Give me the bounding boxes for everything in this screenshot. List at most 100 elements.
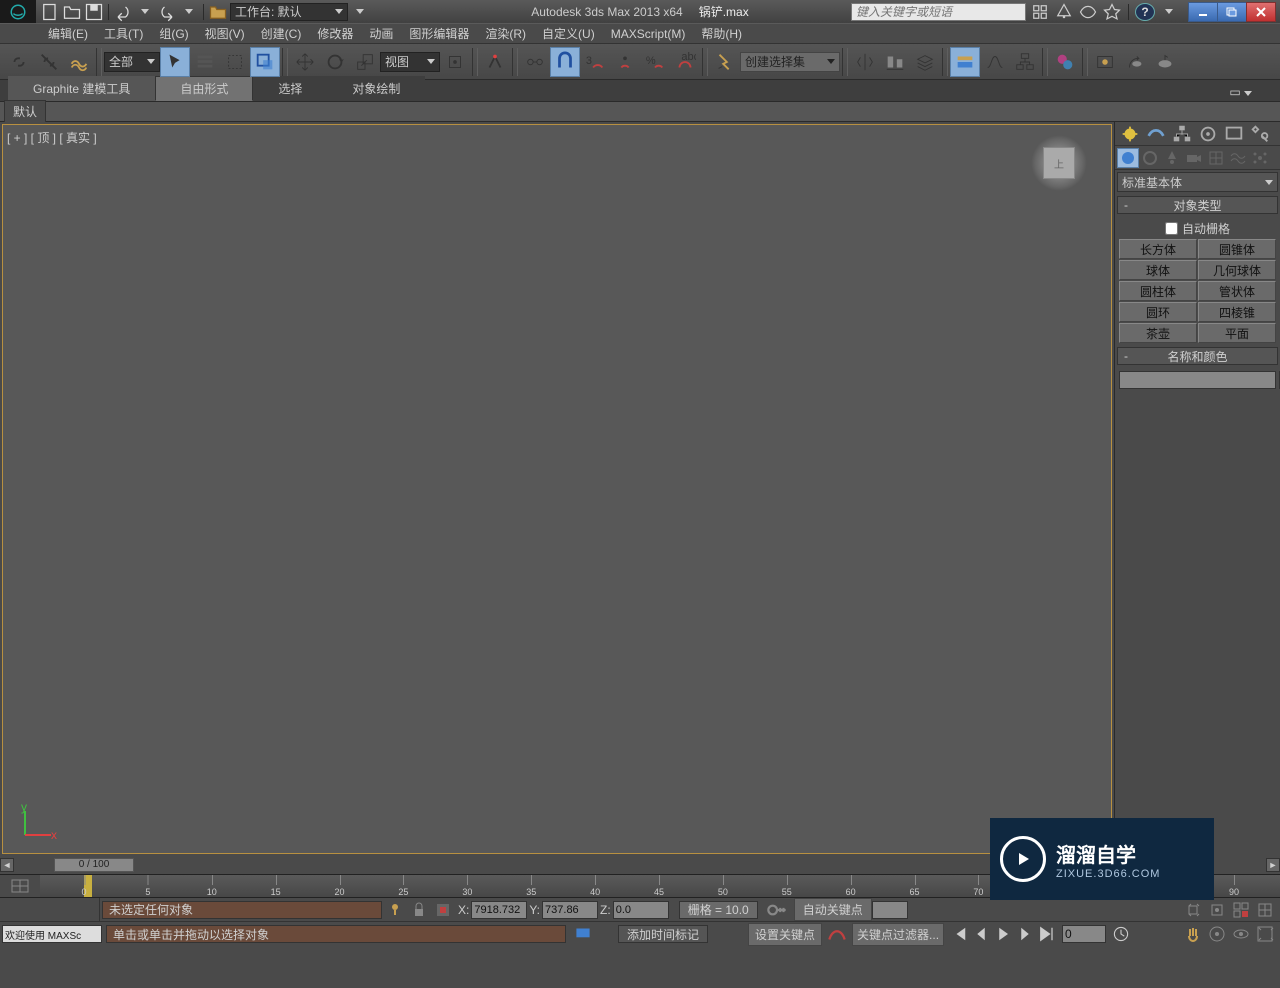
viewport[interactable]: [ + ] [ 顶 ] [ 真实 ] 上 y x xyxy=(2,124,1112,854)
close-button[interactable] xyxy=(1246,2,1276,22)
keyboard-shortcut-icon[interactable] xyxy=(520,47,550,77)
rectangular-region-icon[interactable] xyxy=(220,47,250,77)
viewcube-face[interactable]: 上 xyxy=(1043,147,1075,179)
menu-view[interactable]: 视图(V) xyxy=(197,23,253,44)
named-selection-sets-icon[interactable] xyxy=(710,47,740,77)
menu-grapheditors[interactable]: 图形编辑器 xyxy=(401,23,477,44)
qat-dropdown-icon[interactable] xyxy=(350,3,370,21)
pan-icon[interactable] xyxy=(1182,924,1204,944)
trackbar-toggle-icon[interactable] xyxy=(0,875,40,897)
walk-icon[interactable] xyxy=(1206,924,1228,944)
ribbon-section-graphite[interactable]: Graphite 建模工具 xyxy=(8,76,155,101)
pyramid-button[interactable]: 四棱锥 xyxy=(1198,302,1276,322)
modify-tab-icon[interactable] xyxy=(1143,123,1169,145)
object-name-input[interactable] xyxy=(1119,371,1276,389)
menu-create[interactable]: 创建(C) xyxy=(253,23,310,44)
select-object-icon[interactable] xyxy=(160,47,190,77)
time-next-icon[interactable]: ► xyxy=(1266,858,1280,872)
object-type-rollout-header[interactable]: - 对象类型 xyxy=(1117,196,1278,214)
selection-filter-dropdown[interactable]: 全部 xyxy=(104,52,160,72)
app-menu-button[interactable] xyxy=(0,0,36,23)
new-icon[interactable] xyxy=(40,3,60,21)
exchange-icon[interactable] xyxy=(1078,3,1098,21)
select-by-name-icon[interactable] xyxy=(190,47,220,77)
rotate-icon[interactable] xyxy=(320,47,350,77)
angle-snap-icon[interactable]: 3 xyxy=(580,47,610,77)
reference-coord-dropdown[interactable]: 视图 xyxy=(380,52,440,72)
maximize-button[interactable] xyxy=(1217,2,1247,22)
nav1-icon[interactable] xyxy=(1182,900,1204,920)
menu-maxscript[interactable]: MAXScript(M) xyxy=(603,25,694,43)
geometry-category-icon[interactable] xyxy=(1117,148,1139,168)
render-setup-icon[interactable] xyxy=(1090,47,1120,77)
time-prev-icon[interactable]: ◄ xyxy=(0,858,14,872)
torus-button[interactable]: 圆环 xyxy=(1119,302,1197,322)
unlink-icon[interactable] xyxy=(34,47,64,77)
bind-spacewarp-icon[interactable] xyxy=(64,47,94,77)
comm-center-icon[interactable] xyxy=(568,919,598,949)
maximize-viewport-icon[interactable] xyxy=(1254,924,1276,944)
orbit-icon[interactable] xyxy=(1230,924,1252,944)
search-icon[interactable] xyxy=(1030,3,1050,21)
goto-start-icon[interactable] xyxy=(948,924,970,944)
ribbon-collapse-icon[interactable]: ▭ xyxy=(1221,83,1260,101)
isolate-icon[interactable] xyxy=(432,900,454,920)
box-button[interactable]: 长方体 xyxy=(1119,239,1197,259)
cameras-category-icon[interactable] xyxy=(1183,148,1205,168)
display-tab-icon[interactable] xyxy=(1221,123,1247,145)
render-production-icon[interactable] xyxy=(1150,47,1180,77)
utilities-tab-icon[interactable] xyxy=(1247,123,1273,145)
nav4-icon[interactable] xyxy=(1254,900,1276,920)
cylinder-button[interactable]: 圆柱体 xyxy=(1119,281,1197,301)
systems-category-icon[interactable] xyxy=(1249,148,1271,168)
create-tab-icon[interactable] xyxy=(1117,123,1143,145)
plane-button[interactable]: 平面 xyxy=(1198,323,1276,343)
y-input[interactable] xyxy=(542,901,598,919)
goto-end-icon[interactable] xyxy=(1036,924,1058,944)
next-frame-icon[interactable] xyxy=(1014,924,1036,944)
spinner-snap-icon[interactable]: % xyxy=(640,47,670,77)
help-icon[interactable]: ? xyxy=(1135,3,1155,21)
snap-toggle-icon[interactable] xyxy=(550,47,580,77)
name-color-rollout-header[interactable]: - 名称和颜色 xyxy=(1117,347,1278,365)
menu-customize[interactable]: 自定义(U) xyxy=(534,23,603,44)
key-mode-icon[interactable] xyxy=(764,899,790,921)
menu-modifiers[interactable]: 修改器 xyxy=(309,23,361,44)
undo-icon[interactable] xyxy=(113,3,133,21)
cone-button[interactable]: 圆锥体 xyxy=(1198,239,1276,259)
hierarchy-tab-icon[interactable] xyxy=(1169,123,1195,145)
tube-button[interactable]: 管状体 xyxy=(1198,281,1276,301)
key-curve-icon[interactable] xyxy=(822,919,852,949)
material-editor-icon[interactable] xyxy=(1050,47,1080,77)
lights-category-icon[interactable] xyxy=(1161,148,1183,168)
shapes-category-icon[interactable] xyxy=(1139,148,1161,168)
current-frame-input[interactable]: 0 xyxy=(1062,925,1106,943)
sphere-button[interactable]: 球体 xyxy=(1119,260,1197,280)
menu-edit[interactable]: 编辑(E) xyxy=(40,23,96,44)
graphite-toggle-icon[interactable] xyxy=(950,47,980,77)
spacewarps-category-icon[interactable] xyxy=(1227,148,1249,168)
time-slider-handle[interactable]: 0 / 100 xyxy=(54,858,134,872)
ribbon-tab-selection[interactable]: 选择 xyxy=(253,76,327,101)
helpers-category-icon[interactable] xyxy=(1205,148,1227,168)
nav3-icon[interactable] xyxy=(1230,900,1252,920)
menu-tools[interactable]: 工具(T) xyxy=(96,23,151,44)
manipulate-icon[interactable] xyxy=(480,47,510,77)
use-pivot-center-icon[interactable] xyxy=(440,47,470,77)
move-icon[interactable] xyxy=(290,47,320,77)
lock-icon[interactable] xyxy=(408,900,430,920)
align-icon[interactable] xyxy=(880,47,910,77)
named-selection-dropdown[interactable]: 创建选择集 xyxy=(740,52,840,72)
autogrid-checkbox[interactable] xyxy=(1165,222,1178,235)
rendered-frame-icon[interactable] xyxy=(1120,47,1150,77)
help-dropdown-icon[interactable] xyxy=(1159,3,1179,21)
key-filter-button[interactable]: 关键点过滤器... xyxy=(852,923,944,946)
layer-manager-icon[interactable] xyxy=(910,47,940,77)
scale-icon[interactable] xyxy=(350,47,380,77)
menu-group[interactable]: 组(G) xyxy=(151,23,196,44)
z-input[interactable] xyxy=(613,901,669,919)
selection-lock-icon[interactable] xyxy=(384,900,406,920)
undo-dropdown-icon[interactable] xyxy=(135,3,155,21)
x-input[interactable] xyxy=(471,901,527,919)
ribbon-subpanel-default[interactable]: 默认 xyxy=(4,100,46,123)
